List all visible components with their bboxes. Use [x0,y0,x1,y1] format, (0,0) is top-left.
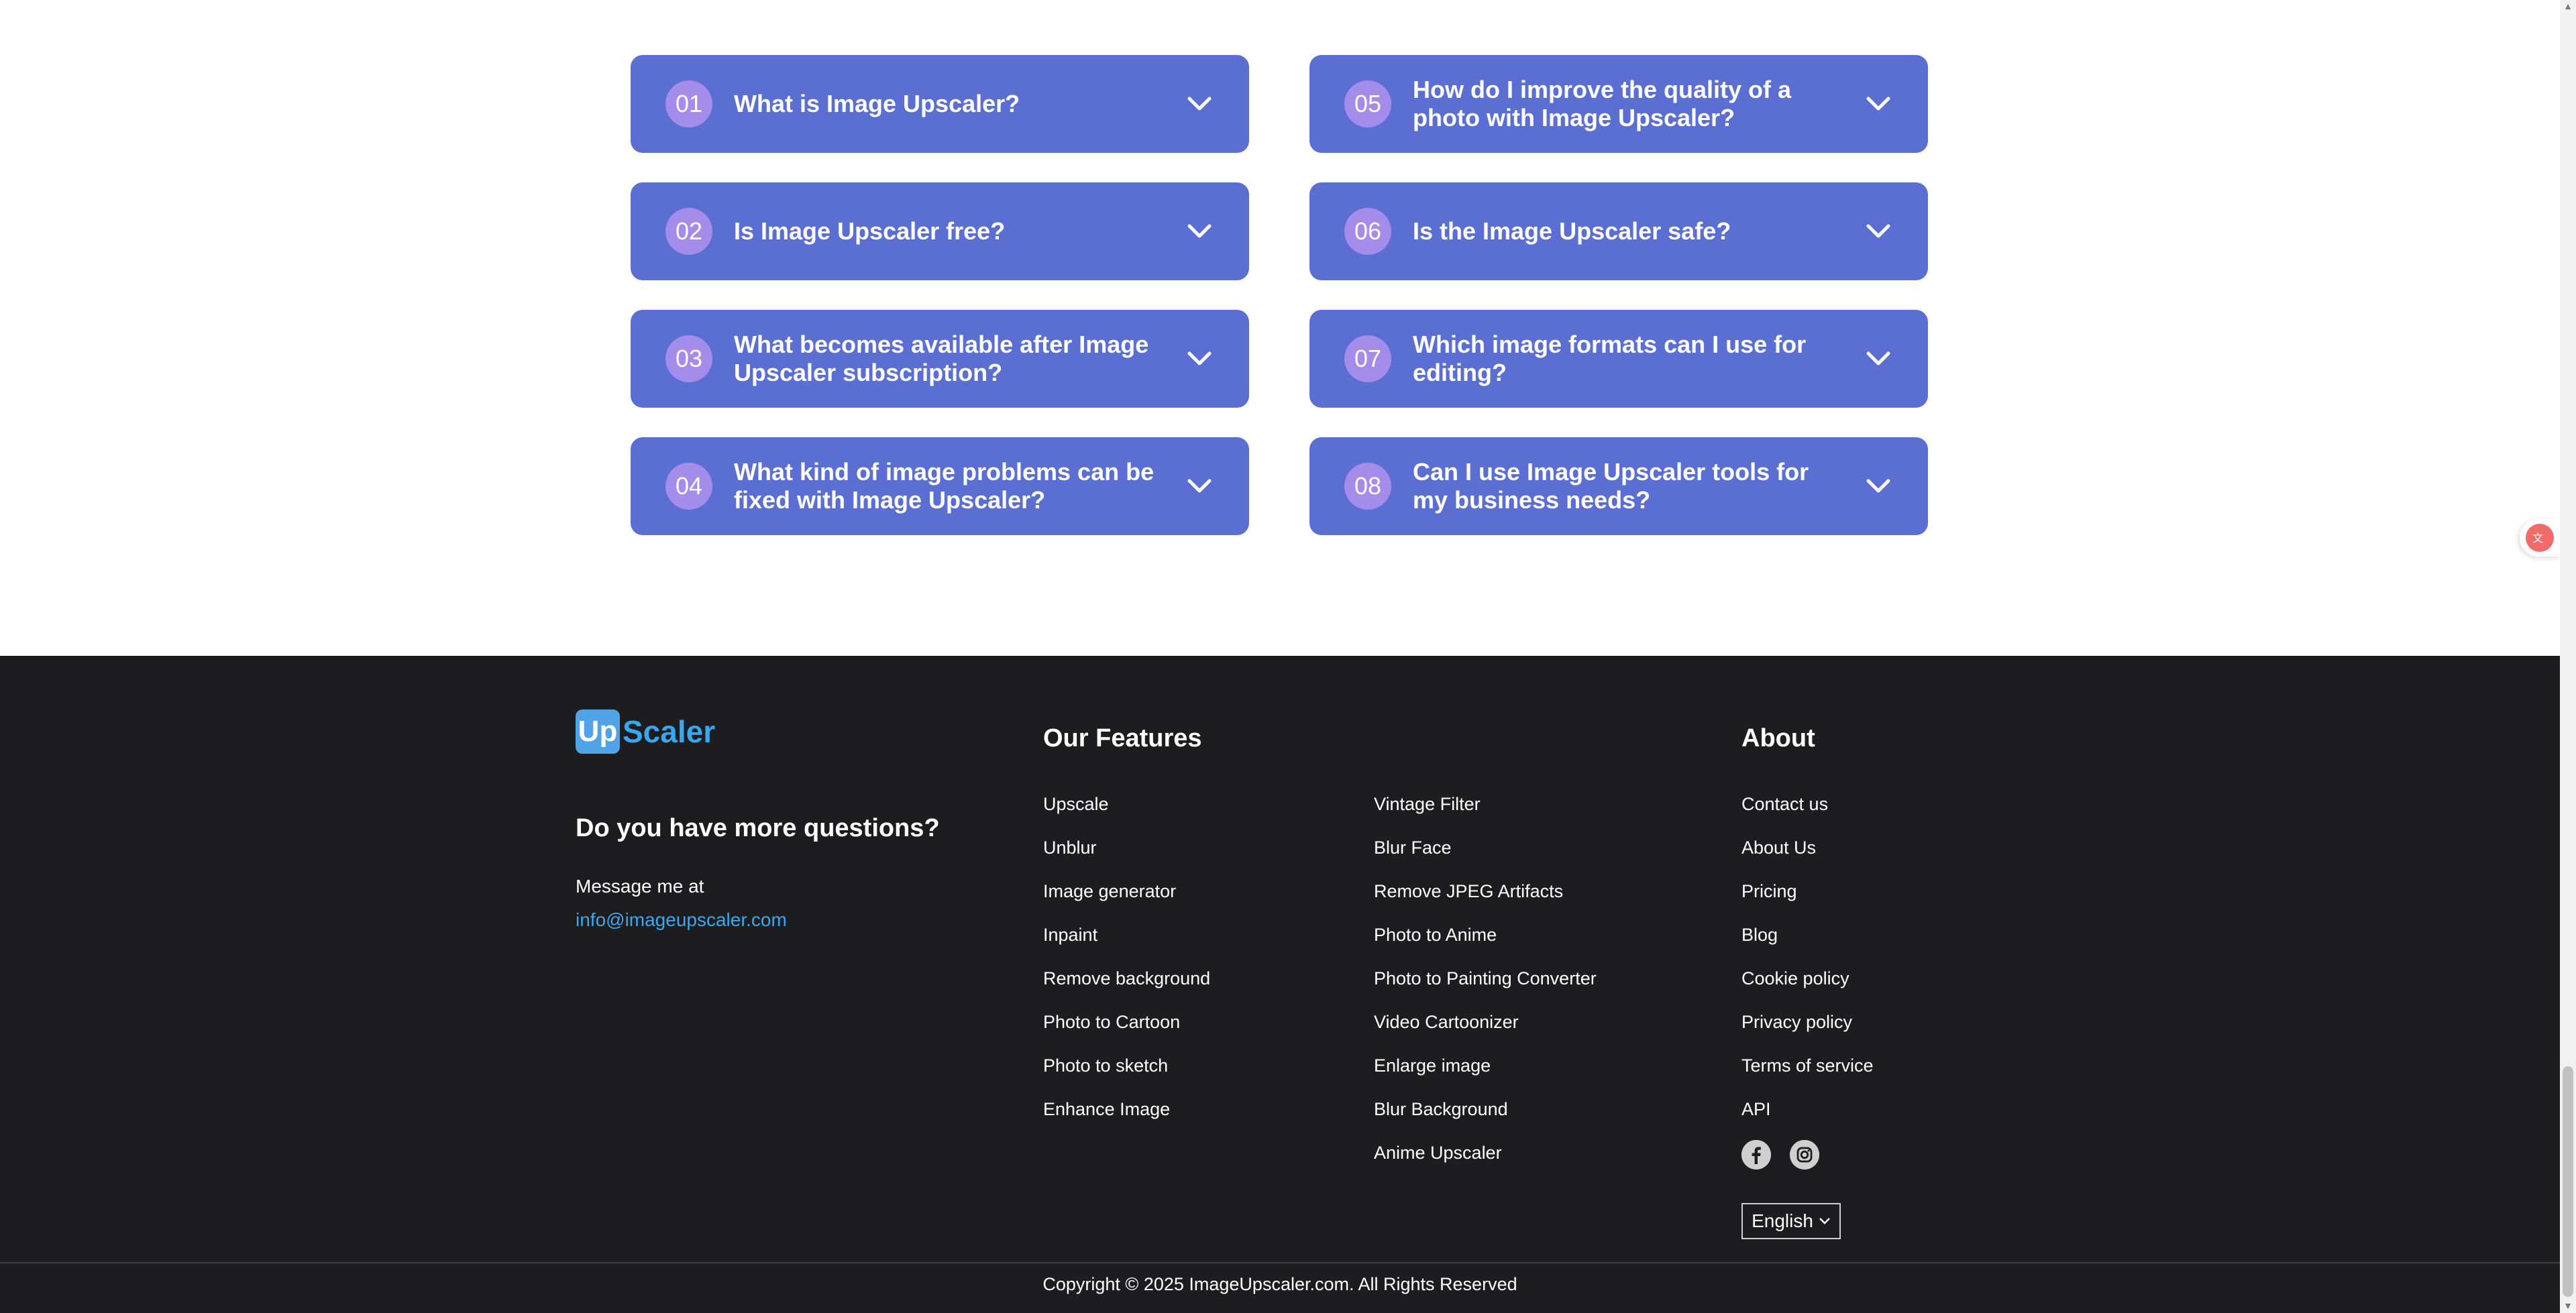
feature-link[interactable]: Photo to sketch [1043,1055,1168,1076]
feature-link[interactable]: Video Cartoonizer [1374,1012,1519,1032]
faq-question: What becomes available after Image Upsca… [734,331,1149,386]
faq-number-badge: 04 [665,463,712,510]
faq-number-badge: 06 [1344,208,1391,255]
instagram-icon[interactable] [1790,1140,1819,1169]
chevron-down-icon[interactable] [1185,217,1214,246]
feature-link[interactable]: Image generator [1043,881,1176,901]
faq-number-badge: 05 [1344,80,1391,127]
faq-item-05[interactable]: 05 How do I improve the quality of a pho… [1309,55,1928,153]
about-link[interactable]: Pricing [1741,881,1797,901]
about-link[interactable]: Cookie policy [1741,968,1849,988]
faq-question: Is Image Upscaler free? [734,217,1006,245]
faq-question: How do I improve the quality of a photo … [1413,76,1792,131]
language-value: English [1752,1210,1813,1231]
svg-text:文: 文 [2532,532,2543,545]
faq-item-04[interactable]: 04 What kind of image problems can be fi… [631,437,1249,535]
chevron-down-icon[interactable] [1864,471,1893,501]
faq-item-07[interactable]: 07 Which image formats can I use for edi… [1309,310,1928,408]
chevron-down-icon[interactable] [1185,471,1214,501]
translate-widget[interactable]: 文 [2520,519,2560,557]
copyright: Copyright © 2025 ImageUpscaler.com. All … [1042,1274,1517,1294]
faq-question: What kind of image problems can be fixed… [734,458,1155,514]
about-link[interactable]: API [1741,1099,1771,1119]
feature-link[interactable]: Blur Background [1374,1099,1508,1119]
feature-link[interactable]: Inpaint [1043,925,1097,945]
feature-link[interactable]: Enlarge image [1374,1055,1491,1076]
about-link[interactable]: Privacy policy [1741,1012,1852,1032]
faq-number-badge: 07 [1344,335,1391,382]
faq-item-08[interactable]: 08 Can I use Image Upscaler tools for my… [1309,437,1928,535]
feature-link[interactable]: Remove JPEG Artifacts [1374,881,1563,901]
feature-link[interactable]: Unblur [1043,838,1097,858]
site-footer: Up Scaler Do you have more questions? Me… [0,656,2560,1313]
scroll-down-arrow-icon[interactable]: ▼ [2563,1301,2573,1310]
feature-link[interactable]: Photo to Anime [1374,925,1497,945]
faq-number-badge: 01 [665,80,712,127]
about-link[interactable]: Blog [1741,925,1778,945]
facebook-icon[interactable] [1741,1140,1771,1169]
faq-item-06[interactable]: 06 Is the Image Upscaler safe? [1309,182,1928,280]
about-list: Contact us About Us Pricing Blog Cookie … [1741,793,1874,1141]
scrollbar-thumb[interactable] [2563,1066,2573,1297]
feature-link[interactable]: Remove background [1043,968,1210,988]
faq-number-badge: 03 [665,335,712,382]
feature-link[interactable]: Blur Face [1374,838,1452,858]
chevron-down-icon[interactable] [1864,344,1893,374]
features-title: Our Features [1043,724,1202,752]
faq-question: Can I use Image Upscaler tools for my bu… [1413,458,1809,514]
logo-mark: Up [576,709,620,754]
logo-text: Scaler [623,714,716,749]
social-links [1741,1140,1819,1169]
faq-question: Which image formats can I use for editin… [1413,331,1807,386]
faq-item-01[interactable]: 01 What is Image Upscaler? [631,55,1249,153]
message-label: Message me at [576,876,704,897]
feature-link[interactable]: Upscale [1043,794,1109,814]
feature-link[interactable]: Vintage Filter [1374,794,1481,814]
features-list-2: Vintage Filter Blur Face Remove JPEG Art… [1374,793,1597,1185]
faq-number-badge: 02 [665,208,712,255]
feature-link[interactable]: Anime Upscaler [1374,1143,1502,1163]
faq-question: What is Image Upscaler? [734,90,1020,117]
feature-link[interactable]: Enhance Image [1043,1099,1170,1119]
about-link[interactable]: Contact us [1741,794,1828,814]
faq-question: Is the Image Upscaler safe? [1413,217,1731,245]
chevron-down-icon[interactable] [1864,89,1893,119]
chevron-down-icon[interactable] [1185,344,1214,374]
faq-item-02[interactable]: 02 Is Image Upscaler free? [631,182,1249,280]
about-link[interactable]: Terms of service [1741,1055,1874,1076]
more-questions-heading: Do you have more questions? [576,814,940,842]
contact-email-link[interactable]: info@imageupscaler.com [576,909,787,931]
scroll-up-arrow-icon[interactable]: ▲ [2563,1,2573,11]
language-select[interactable]: English [1741,1203,1841,1239]
feature-link[interactable]: Photo to Cartoon [1043,1012,1180,1032]
chevron-down-icon[interactable] [1185,89,1214,119]
chevron-down-icon[interactable] [1864,217,1893,246]
about-title: About [1741,724,1815,752]
chevron-down-icon [1819,1218,1830,1224]
faq-item-03[interactable]: 03 What becomes available after Image Up… [631,310,1249,408]
footer-divider [0,1262,2560,1263]
about-link[interactable]: About Us [1741,838,1816,858]
translate-icon[interactable]: 文 [2526,524,2554,552]
logo[interactable]: Up Scaler [576,709,715,754]
faq-number-badge: 08 [1344,463,1391,510]
faq-section: 01 What is Image Upscaler? 02 Is Image U… [0,0,2560,656]
feature-link[interactable]: Photo to Painting Converter [1374,968,1597,988]
features-list-1: Upscale Unblur Image generator Inpaint R… [1043,793,1210,1141]
